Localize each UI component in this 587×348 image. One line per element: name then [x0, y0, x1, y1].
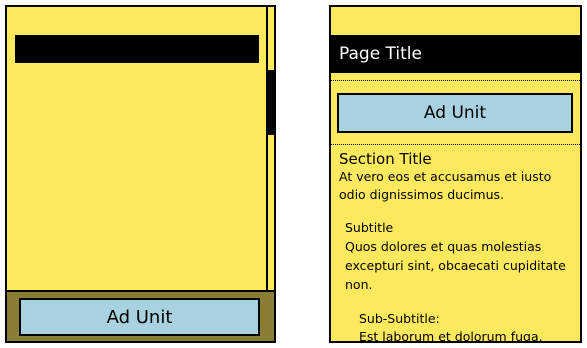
subsection-body: Quos dolores et quas molestias excepturi… [345, 239, 566, 292]
subsubsection-title: Sub-Subtitle: [359, 311, 440, 326]
divider [331, 80, 580, 81]
subsubsection-body: Est laborum et dolorum fuga. [359, 329, 543, 343]
section-body: At vero eos et accusamus et iusto odio d… [339, 169, 552, 202]
ad-unit-banner[interactable]: Ad Unit [337, 93, 573, 133]
wireframe-stage: Ad Unit Page Title Ad Unit Section Title… [0, 0, 587, 348]
page-title: Page Title [339, 44, 422, 64]
subsection-title: Subtitle [345, 220, 394, 235]
ad-unit-label: Ad Unit [423, 103, 487, 123]
ad-unit-label: Ad Unit [106, 306, 173, 328]
section-title: Section Title [339, 150, 432, 168]
phone-frame-expanded: Page Title Ad Unit Section Title At vero… [329, 5, 582, 343]
scrollbar-track[interactable] [266, 7, 268, 290]
article-content: Section Title At vero eos et accusamus e… [339, 150, 579, 343]
phone-frame-collapsed: Ad Unit [5, 5, 276, 343]
ad-unit-banner[interactable]: Ad Unit [19, 298, 260, 336]
subsection: Subtitle Quos dolores et quas molestias … [345, 218, 579, 294]
subsubsection: Sub-Subtitle: Est laborum et dolorum fug… [359, 310, 579, 343]
page-title-bar: Page Title [331, 35, 580, 73]
ad-footer-frame: Ad Unit [7, 290, 274, 341]
scrollbar-thumb[interactable] [266, 70, 274, 135]
divider [331, 144, 580, 145]
page-title-bar [15, 35, 259, 63]
